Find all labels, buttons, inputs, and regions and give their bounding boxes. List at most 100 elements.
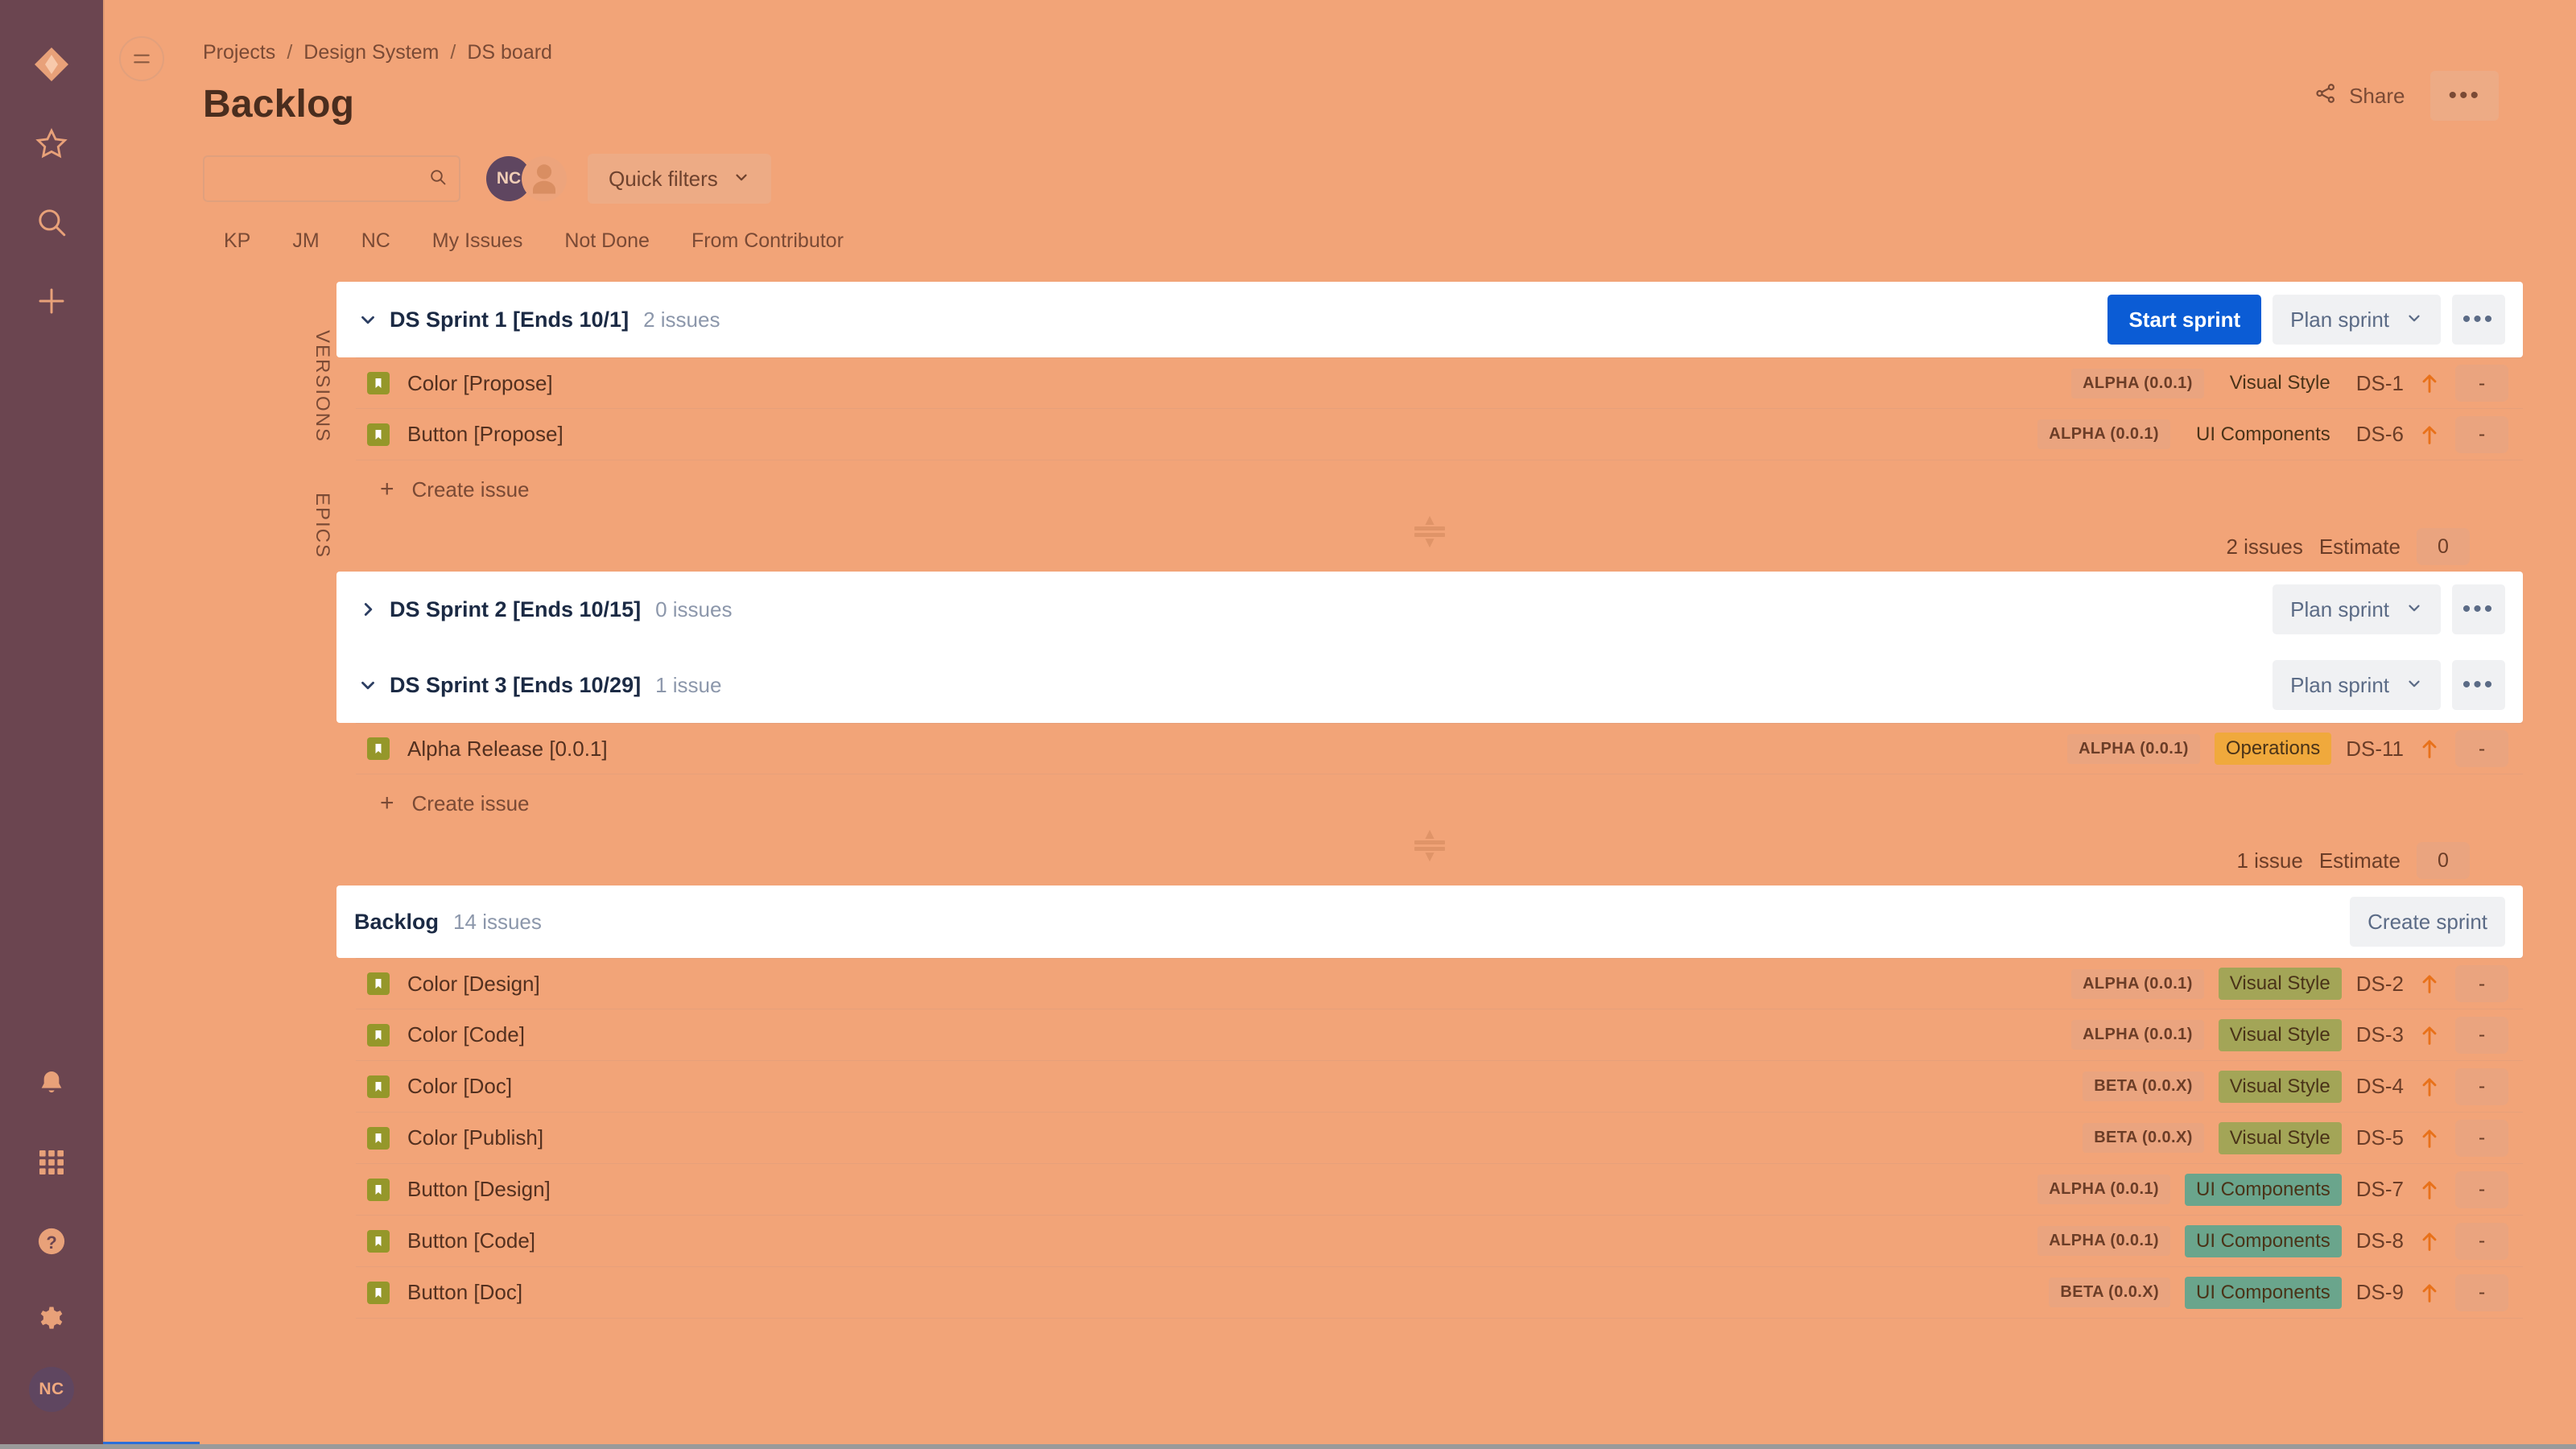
epic-badge[interactable]: Visual Style xyxy=(2218,1121,2342,1154)
quick-filter-chip-my-issues[interactable]: My Issues xyxy=(411,221,544,261)
epic-badge[interactable]: Visual Style xyxy=(2218,1070,2342,1103)
chevron-right-icon[interactable] xyxy=(354,596,382,623)
quick-filter-chip-nc[interactable]: NC xyxy=(341,221,411,261)
start-sprint-button[interactable]: Start sprint xyxy=(2107,295,2262,345)
create-issue-button[interactable]: + Create issue xyxy=(356,460,2523,518)
quick-filter-chip-jm[interactable]: JM xyxy=(271,221,340,261)
issue-key[interactable]: DS-9 xyxy=(2356,1280,2404,1305)
table-row[interactable]: Button [Propose] ALPHA (0.0.1) UI Compon… xyxy=(356,409,2523,460)
plan-sprint-button[interactable]: Plan sprint xyxy=(2273,295,2441,345)
estimate-badge[interactable]: - xyxy=(2455,1274,2508,1311)
estimate-badge[interactable]: - xyxy=(2455,1170,2508,1208)
table-row[interactable]: Button [Design] ALPHA (0.0.1) UI Compone… xyxy=(356,1164,2523,1216)
versions-panel-toggle[interactable]: VERSIONS xyxy=(311,330,333,443)
plan-sprint-button[interactable]: Plan sprint xyxy=(2273,660,2441,710)
help-icon[interactable]: ? xyxy=(19,1209,84,1274)
table-row[interactable]: Color [Doc] BETA (0.0.X) Visual Style DS… xyxy=(356,1061,2523,1113)
table-row[interactable]: Button [Doc] BETA (0.0.X) UI Components … xyxy=(356,1267,2523,1319)
svg-text:?: ? xyxy=(46,1232,56,1253)
section-resize-handle[interactable]: ▲ ▼ xyxy=(1409,513,1451,551)
story-icon xyxy=(367,1281,390,1304)
gear-icon[interactable] xyxy=(19,1288,84,1352)
estimate-badge[interactable]: - xyxy=(2455,965,2508,1002)
table-row[interactable]: Alpha Release [0.0.1] ALPHA (0.0.1) Oper… xyxy=(356,723,2523,774)
estimate-badge[interactable]: - xyxy=(2455,415,2508,453)
issue-key[interactable]: DS-3 xyxy=(2356,1022,2404,1047)
issue-key[interactable]: DS-6 xyxy=(2356,422,2404,447)
issue-key[interactable]: DS-4 xyxy=(2356,1074,2404,1099)
epic-badge[interactable]: Visual Style xyxy=(2218,1018,2342,1051)
avatar-anonymous[interactable] xyxy=(522,156,567,201)
sprint-more-options-button[interactable]: ••• xyxy=(2452,660,2505,710)
quick-filter-chip-not-done[interactable]: Not Done xyxy=(543,221,671,261)
issue-key[interactable]: DS-5 xyxy=(2356,1125,2404,1150)
chevron-down-icon[interactable] xyxy=(354,306,382,333)
section-resize-handle[interactable]: ▲ ▼ xyxy=(1409,827,1451,865)
issue-row-meta: ALPHA (0.0.1) UI Components DS-6 - xyxy=(2037,415,2508,453)
chevron-down-icon: ▼ xyxy=(1422,534,1438,551)
estimate-badge[interactable]: - xyxy=(2455,1119,2508,1157)
share-button[interactable]: Share xyxy=(2299,71,2419,121)
breadcrumb-item-projects[interactable]: Projects xyxy=(203,41,275,64)
epic-badge[interactable]: UI Components xyxy=(2185,1276,2342,1309)
issue-key[interactable]: DS-7 xyxy=(2356,1177,2404,1202)
quick-filter-chip-kp[interactable]: KP xyxy=(203,221,271,261)
issue-row-meta: ALPHA (0.0.1) Visual Style DS-1 - xyxy=(2071,365,2508,402)
page-title: Backlog xyxy=(203,83,355,126)
story-icon xyxy=(367,1126,390,1150)
epic-badge[interactable]: UI Components xyxy=(2185,1173,2342,1206)
page-header: Projects / Design System / DS board Back… xyxy=(105,0,2576,126)
epic-badge[interactable]: Visual Style xyxy=(2218,968,2342,1000)
star-icon[interactable] xyxy=(19,111,84,175)
sprint-footer: ▲ ▼ 2 issues Estimate 0 xyxy=(336,513,2523,565)
table-row[interactable]: Color [Code] ALPHA (0.0.1) Visual Style … xyxy=(356,1009,2523,1061)
more-options-button[interactable]: ••• xyxy=(2430,71,2499,121)
bell-icon[interactable] xyxy=(19,1051,84,1116)
search-icon[interactable] xyxy=(19,190,84,254)
scrollbar-thumb[interactable] xyxy=(103,1442,200,1444)
jira-logo-icon[interactable] xyxy=(19,32,84,97)
epic-badge[interactable]: UI Components xyxy=(2185,419,2342,451)
create-issue-button[interactable]: + Create issue xyxy=(356,774,2523,832)
issue-key[interactable]: DS-11 xyxy=(2346,737,2404,762)
epic-badge[interactable]: Operations xyxy=(2214,733,2332,765)
create-sprint-button[interactable]: Create sprint xyxy=(2350,897,2505,947)
chevron-down-icon[interactable] xyxy=(354,671,382,699)
issue-key[interactable]: DS-1 xyxy=(2356,371,2404,396)
table-row[interactable]: Color [Propose] ALPHA (0.0.1) Visual Sty… xyxy=(356,357,2523,409)
table-row[interactable]: Color [Design] ALPHA (0.0.1) Visual Styl… xyxy=(356,958,2523,1009)
horizontal-scrollbar[interactable] xyxy=(0,1444,2576,1449)
plus-icon[interactable] xyxy=(19,269,84,333)
avatar[interactable]: NC xyxy=(29,1367,74,1412)
estimate-badge[interactable]: - xyxy=(2455,365,2508,402)
estimate-badge[interactable]: - xyxy=(2455,1222,2508,1260)
grid-apps-icon[interactable] xyxy=(19,1130,84,1195)
issue-row-meta: ALPHA (0.0.1) Visual Style DS-3 - xyxy=(2071,1016,2508,1054)
plan-sprint-button[interactable]: Plan sprint xyxy=(2273,584,2441,634)
version-badge: ALPHA (0.0.1) xyxy=(2067,733,2200,764)
table-row[interactable]: Button [Code] ALPHA (0.0.1) UI Component… xyxy=(356,1216,2523,1267)
story-icon xyxy=(367,1023,390,1046)
epic-badge[interactable]: Visual Style xyxy=(2219,367,2342,399)
sprint-more-options-button[interactable]: ••• xyxy=(2452,584,2505,634)
search-input[interactable] xyxy=(216,167,428,190)
quick-filters-dropdown[interactable]: Quick filters xyxy=(588,154,771,204)
estimate-badge[interactable]: - xyxy=(2455,730,2508,767)
issue-key[interactable]: DS-8 xyxy=(2356,1228,2404,1253)
issue-title: Color [Design] xyxy=(407,971,540,996)
sprint-more-options-button[interactable]: ••• xyxy=(2452,295,2505,345)
estimate-badge[interactable]: - xyxy=(2455,1016,2508,1054)
sprint-issue-list: Alpha Release [0.0.1] ALPHA (0.0.1) Oper… xyxy=(336,723,2523,832)
sprint-issue-count: 2 issues xyxy=(2226,534,2303,559)
epic-badge[interactable]: UI Components xyxy=(2185,1224,2342,1257)
breadcrumb-item-design-system[interactable]: Design System xyxy=(303,41,439,64)
table-row[interactable]: Color [Publish] BETA (0.0.X) Visual Styl… xyxy=(356,1113,2523,1164)
story-icon xyxy=(367,1075,390,1098)
epics-panel-toggle[interactable]: EPICS xyxy=(311,493,333,559)
issue-key[interactable]: DS-2 xyxy=(2356,972,2404,997)
search-box[interactable] xyxy=(203,155,460,202)
quick-filter-chip-from-contributor[interactable]: From Contributor xyxy=(671,221,865,261)
issue-row-meta: ALPHA (0.0.1) UI Components DS-8 - xyxy=(2037,1222,2508,1260)
breadcrumb-item-ds-board[interactable]: DS board xyxy=(467,41,552,64)
estimate-badge[interactable]: - xyxy=(2455,1067,2508,1105)
